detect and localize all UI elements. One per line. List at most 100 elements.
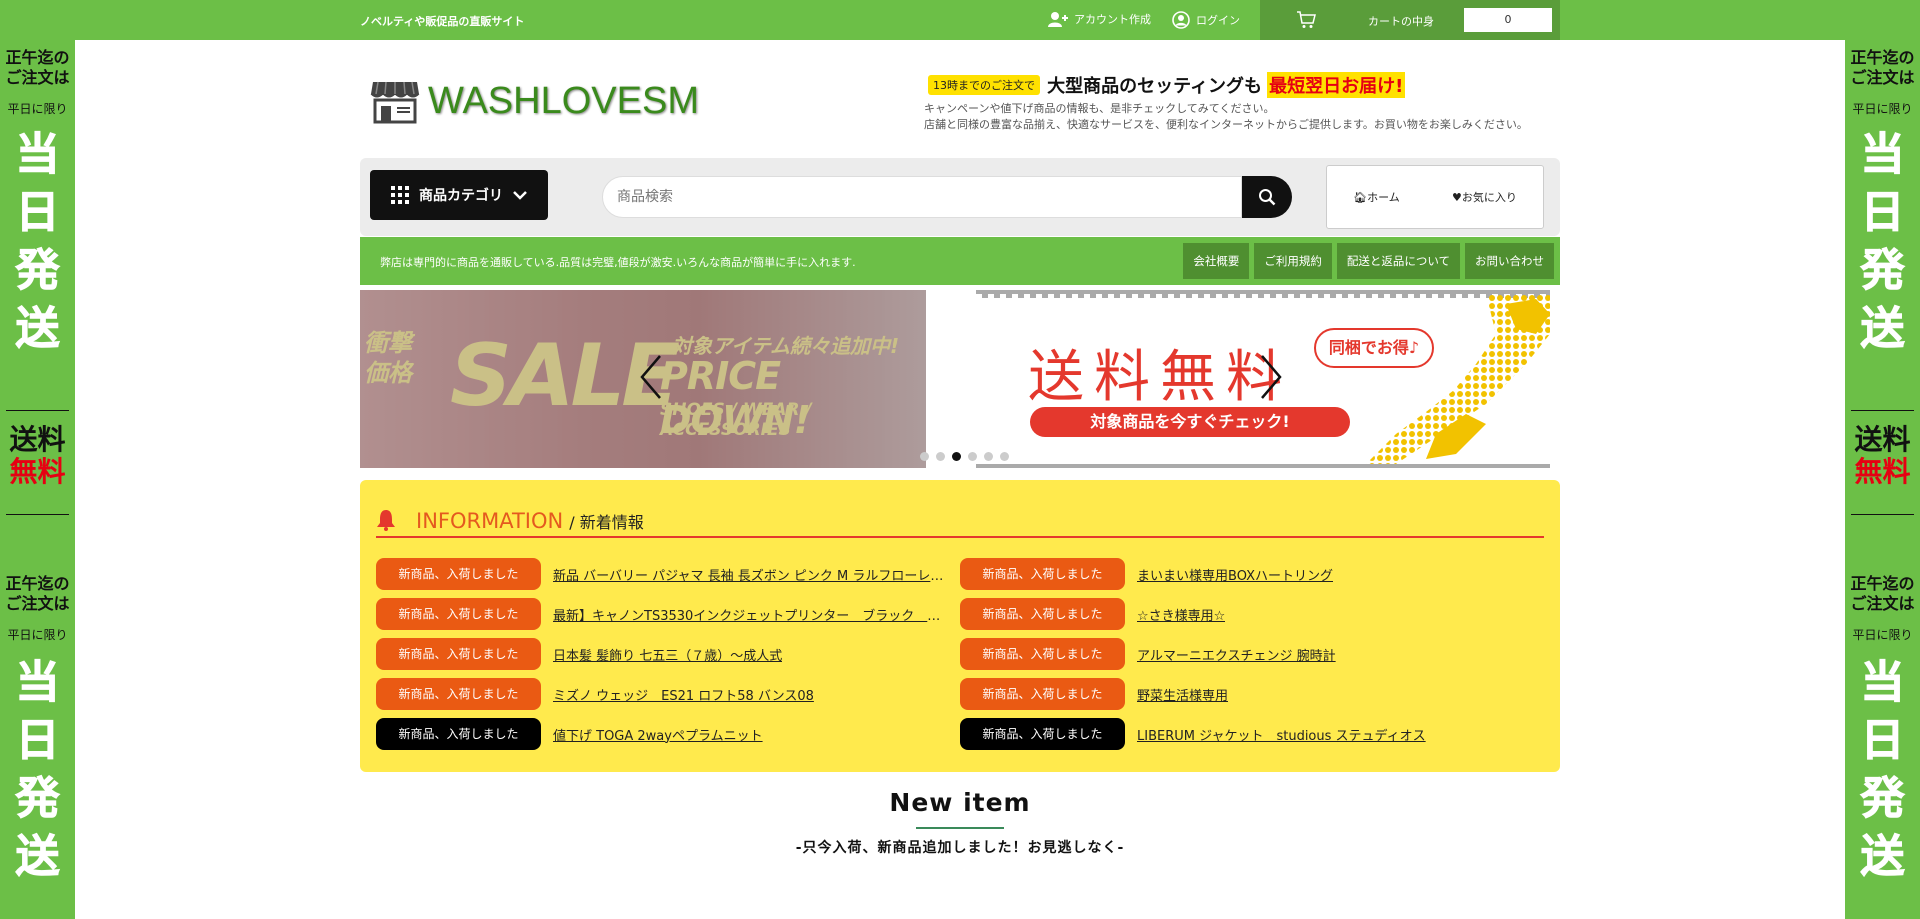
news-tag: 新商品、入荷しました — [376, 558, 541, 590]
news-link[interactable]: ミズノ ウェッジ ES21 ロフト58 バンス08 — [553, 685, 814, 704]
login-label: ログイン — [1196, 14, 1240, 27]
promo-subtext: キャンペーンや値下げ商品の情報も、是非チェックしてみてください。 店舗と同様の豊… — [924, 102, 1528, 131]
side-divider — [6, 514, 69, 515]
check-now-pill: 対象商品を今すぐチェック! — [1030, 407, 1350, 437]
banner-slider: 衝撃価格 SALE 対象アイテム続々追加中! PRICE DOWN! SHOES… — [360, 290, 1560, 468]
side-divider — [1851, 410, 1914, 411]
news-link[interactable]: 野菜生活様専用 — [1137, 685, 1228, 704]
news-tag: 新商品、入荷しました — [960, 638, 1125, 670]
add-user-icon — [1048, 12, 1068, 27]
user-circle-icon — [1172, 11, 1190, 29]
news-link[interactable]: 値下げ TOGA 2wayペプラムニット — [553, 725, 763, 744]
side-order-text: 正午迄の ご注文は — [1850, 48, 1915, 87]
footer-links: 会社概要 ご利用規約 配送と返品について お問い合わせ — [1183, 243, 1554, 279]
news-link[interactable]: 日本髪 髪飾り 七五三（７歳）〜成人式 — [553, 645, 782, 664]
news-tag: 新商品、入荷しました — [960, 598, 1125, 630]
news-item[interactable]: 新商品、入荷しました ☆さき様専用☆ — [960, 598, 1225, 630]
left-side-banner[interactable]: 正午迄の ご注文は 平日に限り 当日発送 送料 無料 正午迄の ご注文は 平日に限り … — [0, 40, 75, 919]
information-title: INFORMATION / 新着情報 — [376, 508, 1544, 538]
cart-label: カートの中身 — [1368, 15, 1434, 28]
heading-underline — [916, 827, 1004, 829]
news-tag: 新商品、入荷しました — [376, 678, 541, 710]
news-link[interactable]: 最新】キャノンTS3530インクジェットプリンター ブラック イ… — [553, 605, 953, 624]
side-same-day-text: 当日発送 — [15, 657, 60, 883]
news-item[interactable]: 新商品、入荷しました 最新】キャノンTS3530インクジェットプリンター ブラック… — [376, 598, 953, 630]
search-button[interactable] — [1242, 176, 1292, 218]
slider-dot[interactable] — [952, 452, 961, 461]
contact-link[interactable]: お問い合わせ — [1465, 243, 1554, 279]
news-link[interactable]: ☆さき様専用☆ — [1137, 605, 1225, 624]
news-item[interactable]: 新商品、入荷しました LIBERUM ジャケット studious ステュディオス — [960, 718, 1426, 750]
news-tag: 新商品、入荷しました — [376, 598, 541, 630]
category-menu-label: 商品カテゴリ — [419, 188, 503, 204]
side-free-shipping: 送料 無料 — [1854, 423, 1911, 488]
news-tag: 新商品、入荷しました — [376, 638, 541, 670]
side-same-day-text: 当日発送 — [15, 129, 60, 355]
side-divider — [1851, 514, 1914, 515]
japan-map-graphic — [1366, 294, 1550, 464]
cart-icon — [1297, 11, 1316, 28]
news-item[interactable]: 新商品、入荷しました 日本髪 髪飾り 七五三（７歳）〜成人式 — [376, 638, 782, 670]
grid-icon — [391, 186, 409, 204]
news-link[interactable]: LIBERUM ジャケット studious ステュディオス — [1137, 725, 1426, 744]
side-same-day-text: 当日発送 — [1860, 129, 1905, 355]
new-item-heading: New item — [889, 788, 1031, 817]
news-tag: 新商品、入荷しました — [960, 558, 1125, 590]
information-title-ja: / 新着情報 — [569, 513, 644, 532]
quick-nav-box: 🏠︎ホーム ♥お気に入り — [1326, 165, 1544, 229]
side-weekday-text: 平日に限り — [1852, 628, 1913, 642]
logo-text: WASHLOVESM — [428, 79, 699, 122]
promo-highlight: 最短翌日お届け! — [1267, 72, 1406, 98]
side-free-shipping: 送料 無料 — [9, 423, 66, 488]
news-item[interactable]: 新商品、入荷しました まいまい様専用BOXハートリング — [960, 558, 1333, 590]
news-item[interactable]: 新商品、入荷しました アルマーニエクスチェンジ 腕時計 — [960, 638, 1336, 670]
news-item[interactable]: 新商品、入荷しました 野菜生活様専用 — [960, 678, 1228, 710]
home-link[interactable]: 🏠︎ホーム — [1353, 189, 1400, 205]
side-same-day-text: 当日発送 — [1860, 657, 1905, 883]
news-link[interactable]: まいまい様専用BOXハートリング — [1137, 565, 1333, 584]
shop-message: 弊店は専門的に商品を通販している.品質は完璧,値段が激安.いろんな商品が簡単に手… — [380, 256, 856, 269]
site-logo[interactable]: WASHLOVESM — [370, 78, 699, 124]
slider-next-arrow[interactable] — [1256, 352, 1286, 402]
slider-dot[interactable] — [968, 452, 977, 461]
slider-dots — [920, 452, 1009, 461]
side-order-text: 正午迄の ご注文は — [5, 48, 70, 87]
category-menu-button[interactable]: 商品カテゴリ — [370, 170, 548, 220]
slider-dot[interactable] — [1000, 452, 1009, 461]
shipping-returns-link[interactable]: 配送と返品について — [1336, 243, 1460, 279]
news-link[interactable]: アルマーニエクスチェンジ 腕時計 — [1137, 645, 1336, 664]
free-shipping-title: 送料無料 — [1028, 345, 1292, 410]
storefront-icon — [370, 81, 420, 124]
cart-count: 0 — [1464, 8, 1552, 32]
site-tagline: ノベルティや販促品の直販サイト — [360, 15, 525, 28]
search-box — [602, 176, 1242, 218]
company-link[interactable]: 会社概要 — [1183, 243, 1250, 279]
slider-dot[interactable] — [920, 452, 929, 461]
news-link[interactable]: 新品 バーバリー パジャマ 長袖 長ズボン ピンク M ラルフローレン… — [553, 565, 953, 584]
login-link[interactable]: ログイン — [1172, 11, 1240, 29]
right-side-banner[interactable]: 正午迄の ご注文は 平日に限り 当日発送 送料 無料 正午迄の ご注文は 平日に限り … — [1845, 40, 1920, 919]
search-row: 商品カテゴリ 🏠︎ホーム ♥お気に入り — [360, 158, 1560, 236]
side-weekday-text: 平日に限り — [7, 628, 68, 642]
info-nav-bar: 弊店は専門的に商品を通販している.品質は完璧,値段が激安.いろんな商品が簡単に手… — [360, 237, 1560, 285]
cart-box[interactable]: カートの中身 0 — [1260, 0, 1560, 40]
news-item[interactable]: 新商品、入荷しました 新品 バーバリー パジャマ 長袖 長ズボン ピンク M ラル… — [376, 558, 953, 590]
slider-dot[interactable] — [936, 452, 945, 461]
news-tag: 新商品、入荷しました — [960, 718, 1125, 750]
side-order-text: 正午迄の ご注文は — [1850, 574, 1915, 613]
slider-prev-arrow[interactable] — [636, 352, 666, 402]
news-item[interactable]: 新商品、入荷しました ミズノ ウェッジ ES21 ロフト58 バンス08 — [376, 678, 814, 710]
account-create-label: アカウント作成 — [1074, 13, 1151, 26]
search-input[interactable] — [603, 177, 1241, 217]
side-weekday-text: 平日に限り — [7, 102, 68, 116]
information-title-en: INFORMATION — [416, 509, 564, 533]
news-tag: 新商品、入荷しました — [376, 718, 541, 750]
terms-link[interactable]: ご利用規約 — [1254, 243, 1332, 279]
account-create-link[interactable]: アカウント作成 — [1048, 11, 1151, 27]
favorites-link[interactable]: ♥お気に入り — [1452, 189, 1517, 205]
slider-dot[interactable] — [984, 452, 993, 461]
news-item[interactable]: 新商品、入荷しました 値下げ TOGA 2wayペプラムニット — [376, 718, 763, 750]
heart-icon: ♥ — [1451, 191, 1462, 204]
bell-icon — [377, 510, 395, 531]
new-item-section: New item -只今入荷、新商品追加しました！お見逃しなく- — [360, 788, 1560, 857]
